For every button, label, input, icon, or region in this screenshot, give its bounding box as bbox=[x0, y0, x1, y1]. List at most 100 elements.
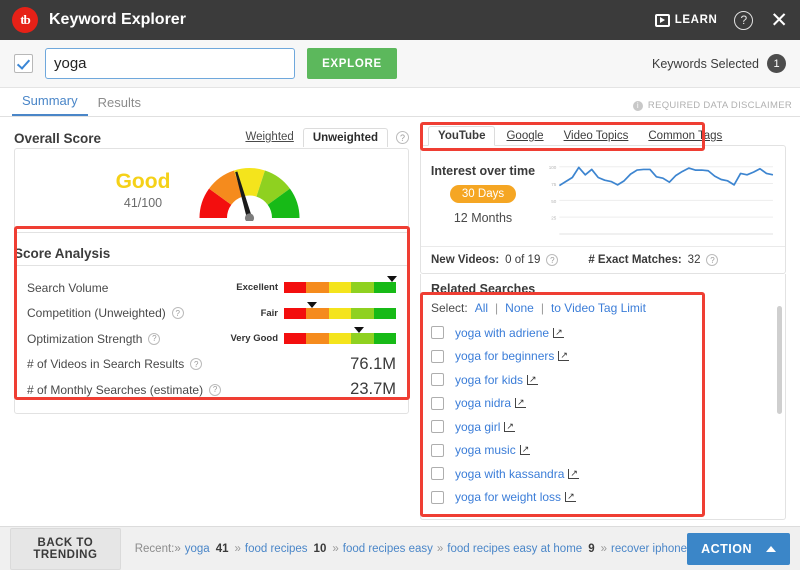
help-icon[interactable]: ? bbox=[734, 10, 754, 30]
action-button[interactable]: ACTION bbox=[687, 532, 790, 565]
recent-search-count: 41 bbox=[215, 542, 229, 555]
recent-separator: » bbox=[234, 542, 241, 555]
new-videos-help-icon[interactable]: ? bbox=[546, 254, 559, 266]
related-search-label: yoga girl bbox=[455, 419, 501, 434]
select-to-video-tag-limit-link[interactable]: to Video Tag Limit bbox=[551, 301, 646, 315]
close-icon[interactable]: ✕ bbox=[770, 10, 788, 31]
range-30-days[interactable]: 30 Days bbox=[449, 185, 517, 203]
related-search-link[interactable]: yoga for weight loss ↗ bbox=[455, 490, 576, 504]
tab-video-topics[interactable]: Video Topics bbox=[555, 127, 638, 145]
tab-weighted[interactable]: Weighted bbox=[236, 128, 302, 146]
explore-button[interactable]: EXPLORE bbox=[307, 48, 397, 79]
external-link-icon: ↗ bbox=[558, 350, 569, 362]
info-icon: i bbox=[632, 100, 643, 111]
score-rating-label: Good bbox=[115, 169, 171, 193]
recent-search-link[interactable]: food recipes easy bbox=[343, 543, 433, 555]
row-label: Optimization Strength ? bbox=[27, 332, 161, 346]
related-search-link[interactable]: yoga with adriene ↗ bbox=[455, 326, 564, 340]
list-item[interactable]: yoga with adriene ↗ bbox=[431, 321, 775, 345]
monthly-searches-help-icon[interactable]: ? bbox=[209, 383, 222, 396]
left-panel: Overall Score Weighted Unweighted ? Good… bbox=[14, 122, 409, 414]
list-item[interactable]: yoga girl ↗ bbox=[431, 415, 775, 439]
recent-search-link[interactable]: food recipes easy at home bbox=[447, 543, 582, 555]
overall-score-help-icon[interactable]: ? bbox=[396, 131, 409, 144]
select-none-link[interactable]: None bbox=[505, 301, 534, 315]
title-bar-actions: LEARN ? ✕ bbox=[654, 10, 788, 31]
tab-common-tags[interactable]: Common Tags bbox=[639, 127, 731, 145]
overall-score-card: Good 41/100 bbox=[14, 148, 409, 233]
optimization-help-icon[interactable]: ? bbox=[148, 332, 161, 345]
learn-button[interactable]: LEARN bbox=[654, 13, 718, 27]
related-searches-title: Related Searches bbox=[431, 282, 536, 296]
rating-marker bbox=[307, 301, 317, 308]
tab-summary[interactable]: Summary bbox=[12, 93, 88, 116]
related-select-row: Select: All | None | to Video Tag Limit bbox=[431, 301, 775, 315]
rating-bar bbox=[284, 276, 397, 294]
recent-search-link[interactable]: food recipes bbox=[245, 543, 308, 555]
related-search-checkbox[interactable] bbox=[431, 373, 444, 387]
svg-text:50: 50 bbox=[551, 199, 557, 204]
related-search-link[interactable]: yoga nidra ↗ bbox=[455, 396, 526, 410]
row-value: Fair bbox=[222, 301, 397, 319]
related-search-checkbox[interactable] bbox=[431, 443, 444, 457]
list-item[interactable]: yoga nidra ↗ bbox=[431, 392, 775, 416]
tab-google[interactable]: Google bbox=[497, 127, 552, 145]
related-search-link[interactable]: yoga for beginners ↗ bbox=[455, 349, 569, 363]
data-disclaimer[interactable]: i REQUIRED DATA DISCLAIMER bbox=[632, 100, 792, 116]
back-to-trending-button[interactable]: BACK TO TRENDING bbox=[10, 527, 121, 570]
related-search-link[interactable]: yoga with kassandra ↗ bbox=[455, 467, 579, 481]
select-all-link[interactable]: All bbox=[475, 301, 488, 315]
competition-help-icon[interactable]: ? bbox=[171, 307, 184, 320]
external-link-icon: ↗ bbox=[565, 491, 576, 503]
related-searches-scrollbar[interactable] bbox=[777, 306, 782, 414]
related-search-checkbox[interactable] bbox=[431, 467, 444, 481]
video-stats-row: New Videos: 0 of 19 ? # Exact Matches: 3… bbox=[421, 246, 785, 273]
list-item[interactable]: yoga for beginners ↗ bbox=[431, 345, 775, 369]
recent-search-link[interactable]: recover iphone bbox=[611, 543, 687, 555]
related-search-link[interactable]: yoga music ↗ bbox=[455, 443, 531, 457]
title-bar: tb Keyword Explorer LEARN ? ✕ bbox=[0, 0, 800, 40]
related-search-checkbox[interactable] bbox=[431, 326, 444, 340]
overall-score-header: Overall Score Weighted Unweighted ? bbox=[14, 122, 409, 147]
rating-bar bbox=[284, 327, 397, 345]
recent-search-link[interactable]: yoga bbox=[185, 543, 210, 555]
interest-over-time: Interest over time 30 Days 12 Months 25 5… bbox=[421, 146, 785, 246]
videos-in-results-help-icon[interactable]: ? bbox=[190, 358, 203, 371]
related-search-checkbox[interactable] bbox=[431, 396, 444, 410]
row-label-text: Competition (Unweighted) bbox=[27, 306, 166, 321]
learn-label: LEARN bbox=[674, 14, 718, 26]
exact-matches-value: 32 bbox=[687, 254, 701, 266]
chevron-up-icon bbox=[766, 545, 776, 552]
range-12-months[interactable]: 12 Months bbox=[429, 211, 537, 225]
related-search-link[interactable]: yoga girl ↗ bbox=[455, 420, 515, 434]
list-item[interactable]: yoga music ↗ bbox=[431, 439, 775, 463]
related-search-checkbox[interactable] bbox=[431, 349, 444, 363]
list-item[interactable]: yoga for kids ↗ bbox=[431, 368, 775, 392]
related-search-link[interactable]: yoga for kids ↗ bbox=[455, 373, 538, 387]
row-label-text: Search Volume bbox=[27, 280, 109, 295]
related-searches-list: yoga with adriene ↗ yoga for beginners ↗ yog… bbox=[431, 321, 775, 509]
rating-label: Excellent bbox=[236, 282, 278, 294]
exact-matches-help-icon[interactable]: ? bbox=[706, 254, 719, 266]
row-label-text: # of Videos in Search Results bbox=[27, 357, 185, 372]
related-search-label: yoga with adriene bbox=[455, 325, 550, 340]
keyword-select-checkbox[interactable] bbox=[14, 54, 33, 73]
score-row-optimization: Optimization Strength ? Very Good bbox=[27, 326, 397, 352]
external-link-icon: ↗ bbox=[527, 373, 538, 385]
tab-youtube[interactable]: YouTube bbox=[428, 126, 496, 146]
list-item[interactable]: yoga for weight loss ↗ bbox=[431, 486, 775, 510]
exact-matches-label: # Exact Matches: bbox=[588, 254, 682, 266]
keyword-input[interactable] bbox=[45, 48, 295, 79]
tab-unweighted[interactable]: Unweighted bbox=[302, 128, 388, 147]
new-videos-label: New Videos: bbox=[431, 254, 500, 266]
related-search-checkbox[interactable] bbox=[431, 420, 444, 434]
related-searches-panel: Related Searches Select: All | None | to… bbox=[420, 274, 786, 520]
list-item[interactable]: yoga with kassandra ↗ bbox=[431, 462, 775, 486]
row-label: Competition (Unweighted) ? bbox=[27, 306, 184, 320]
svg-text:100: 100 bbox=[549, 165, 557, 170]
divider: | bbox=[495, 301, 499, 315]
tab-results[interactable]: Results bbox=[88, 95, 151, 116]
related-search-checkbox[interactable] bbox=[431, 490, 444, 504]
score-analysis-section: Score Analysis Search Volume Excellent C… bbox=[14, 246, 409, 414]
row-label-text: # of Monthly Searches (estimate) bbox=[27, 382, 204, 397]
